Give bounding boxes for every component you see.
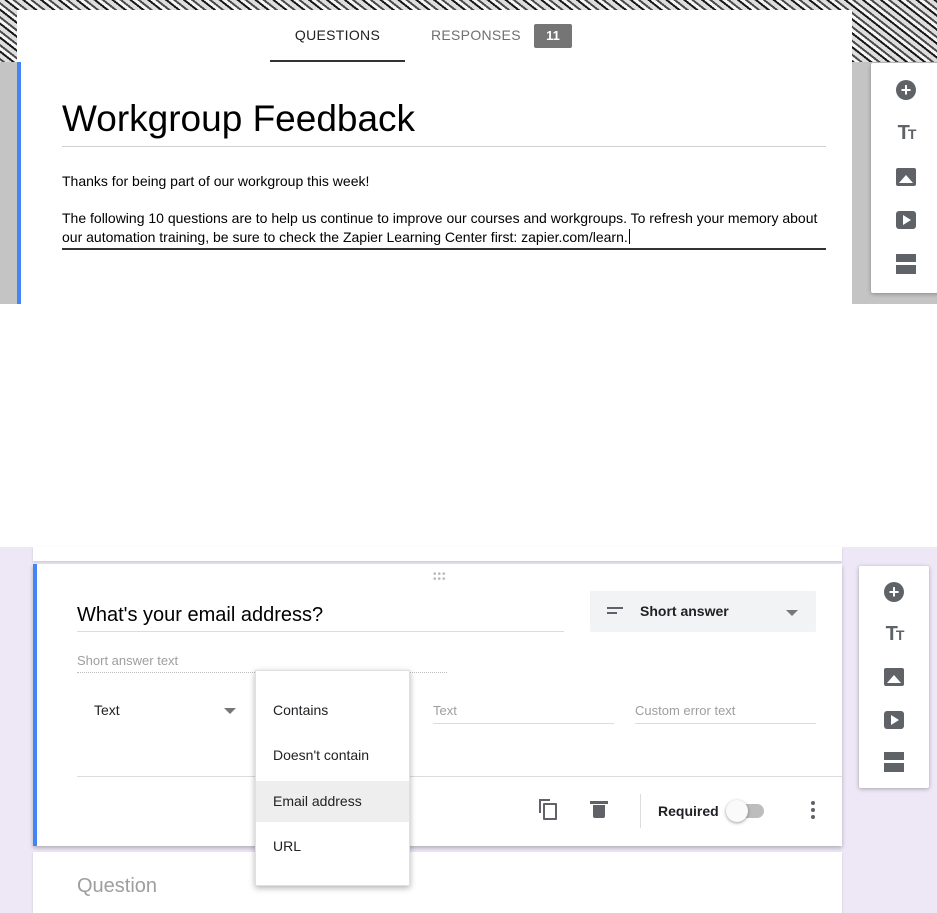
question-type-dropdown[interactable]: Short answer xyxy=(590,591,816,632)
form-title-card[interactable]: Workgroup Feedback Thanks for being part… xyxy=(17,62,852,304)
floating-toolbar-top: + TT xyxy=(871,63,937,293)
add-title-button[interactable]: TT xyxy=(871,112,937,156)
question-type-label: Short answer xyxy=(640,603,729,619)
required-toggle-thumb[interactable] xyxy=(726,800,748,822)
add-section-button[interactable] xyxy=(859,741,929,784)
custom-error-input[interactable]: Custom error text xyxy=(635,703,816,724)
drag-handle-icon[interactable]: ••• ••• xyxy=(433,570,447,585)
section-icon xyxy=(884,752,904,773)
duplicate-icon[interactable] xyxy=(539,799,557,820)
question-card[interactable]: ••• ••• What's your email address? Short … xyxy=(33,564,842,846)
add-section-button[interactable] xyxy=(871,242,937,286)
image-icon xyxy=(884,668,904,687)
text-icon: TT xyxy=(885,623,905,646)
image-icon xyxy=(896,167,916,186)
tab-responses[interactable]: RESPONSES xyxy=(431,10,521,60)
responses-count-badge: 11 xyxy=(534,24,572,48)
tab-questions[interactable]: QUESTIONS xyxy=(270,10,405,62)
description-line-1: Thanks for being part of our workgroup t… xyxy=(62,173,370,189)
video-icon xyxy=(896,211,916,230)
tab-bar: QUESTIONS RESPONSES 11 xyxy=(17,10,852,63)
add-circle-icon: + xyxy=(884,582,904,603)
menu-item-contains[interactable]: Contains xyxy=(256,690,409,731)
condition-dropdown-menu: Contains Doesn't contain Email address U… xyxy=(255,670,410,886)
menu-item-doesnt-contain[interactable]: Doesn't contain xyxy=(256,735,409,776)
form-description-input[interactable]: Thanks for being part of our workgroup t… xyxy=(62,172,826,250)
more-options-icon[interactable] xyxy=(811,801,817,822)
add-image-button[interactable] xyxy=(859,656,929,699)
add-image-button[interactable] xyxy=(871,155,937,199)
validation-value-input[interactable]: Text xyxy=(433,703,614,724)
menu-item-email-address[interactable]: Email address xyxy=(256,781,409,822)
delete-icon[interactable] xyxy=(590,801,608,818)
add-video-button[interactable] xyxy=(871,199,937,243)
floating-toolbar-bottom: + TT xyxy=(859,566,929,788)
menu-item-url[interactable]: URL xyxy=(256,826,409,867)
video-icon xyxy=(884,710,904,729)
add-question-button[interactable]: + xyxy=(859,571,929,614)
validation-type-dropdown[interactable]: Text xyxy=(94,702,120,718)
text-caret xyxy=(628,229,630,244)
question-title-input[interactable]: What's your email address? xyxy=(77,604,564,632)
dropdown-arrow-icon xyxy=(786,610,798,616)
question-placeholder[interactable]: Question xyxy=(77,875,157,898)
dropdown-arrow-icon[interactable] xyxy=(224,708,236,714)
section-icon xyxy=(896,253,916,274)
add-circle-icon: + xyxy=(896,79,916,100)
card-divider xyxy=(77,776,842,777)
next-question-card[interactable]: Question xyxy=(33,852,842,913)
add-title-button[interactable]: TT xyxy=(859,614,929,657)
add-video-button[interactable] xyxy=(859,699,929,742)
previous-card xyxy=(33,547,842,561)
footer-separator xyxy=(640,794,641,828)
description-line-2: The following 10 questions are to help u… xyxy=(62,210,818,245)
form-title-input[interactable]: Workgroup Feedback xyxy=(62,98,826,147)
short-answer-icon xyxy=(607,607,623,617)
required-label: Required xyxy=(658,803,719,819)
add-question-button[interactable]: + xyxy=(871,68,937,112)
text-icon: TT xyxy=(897,121,917,144)
